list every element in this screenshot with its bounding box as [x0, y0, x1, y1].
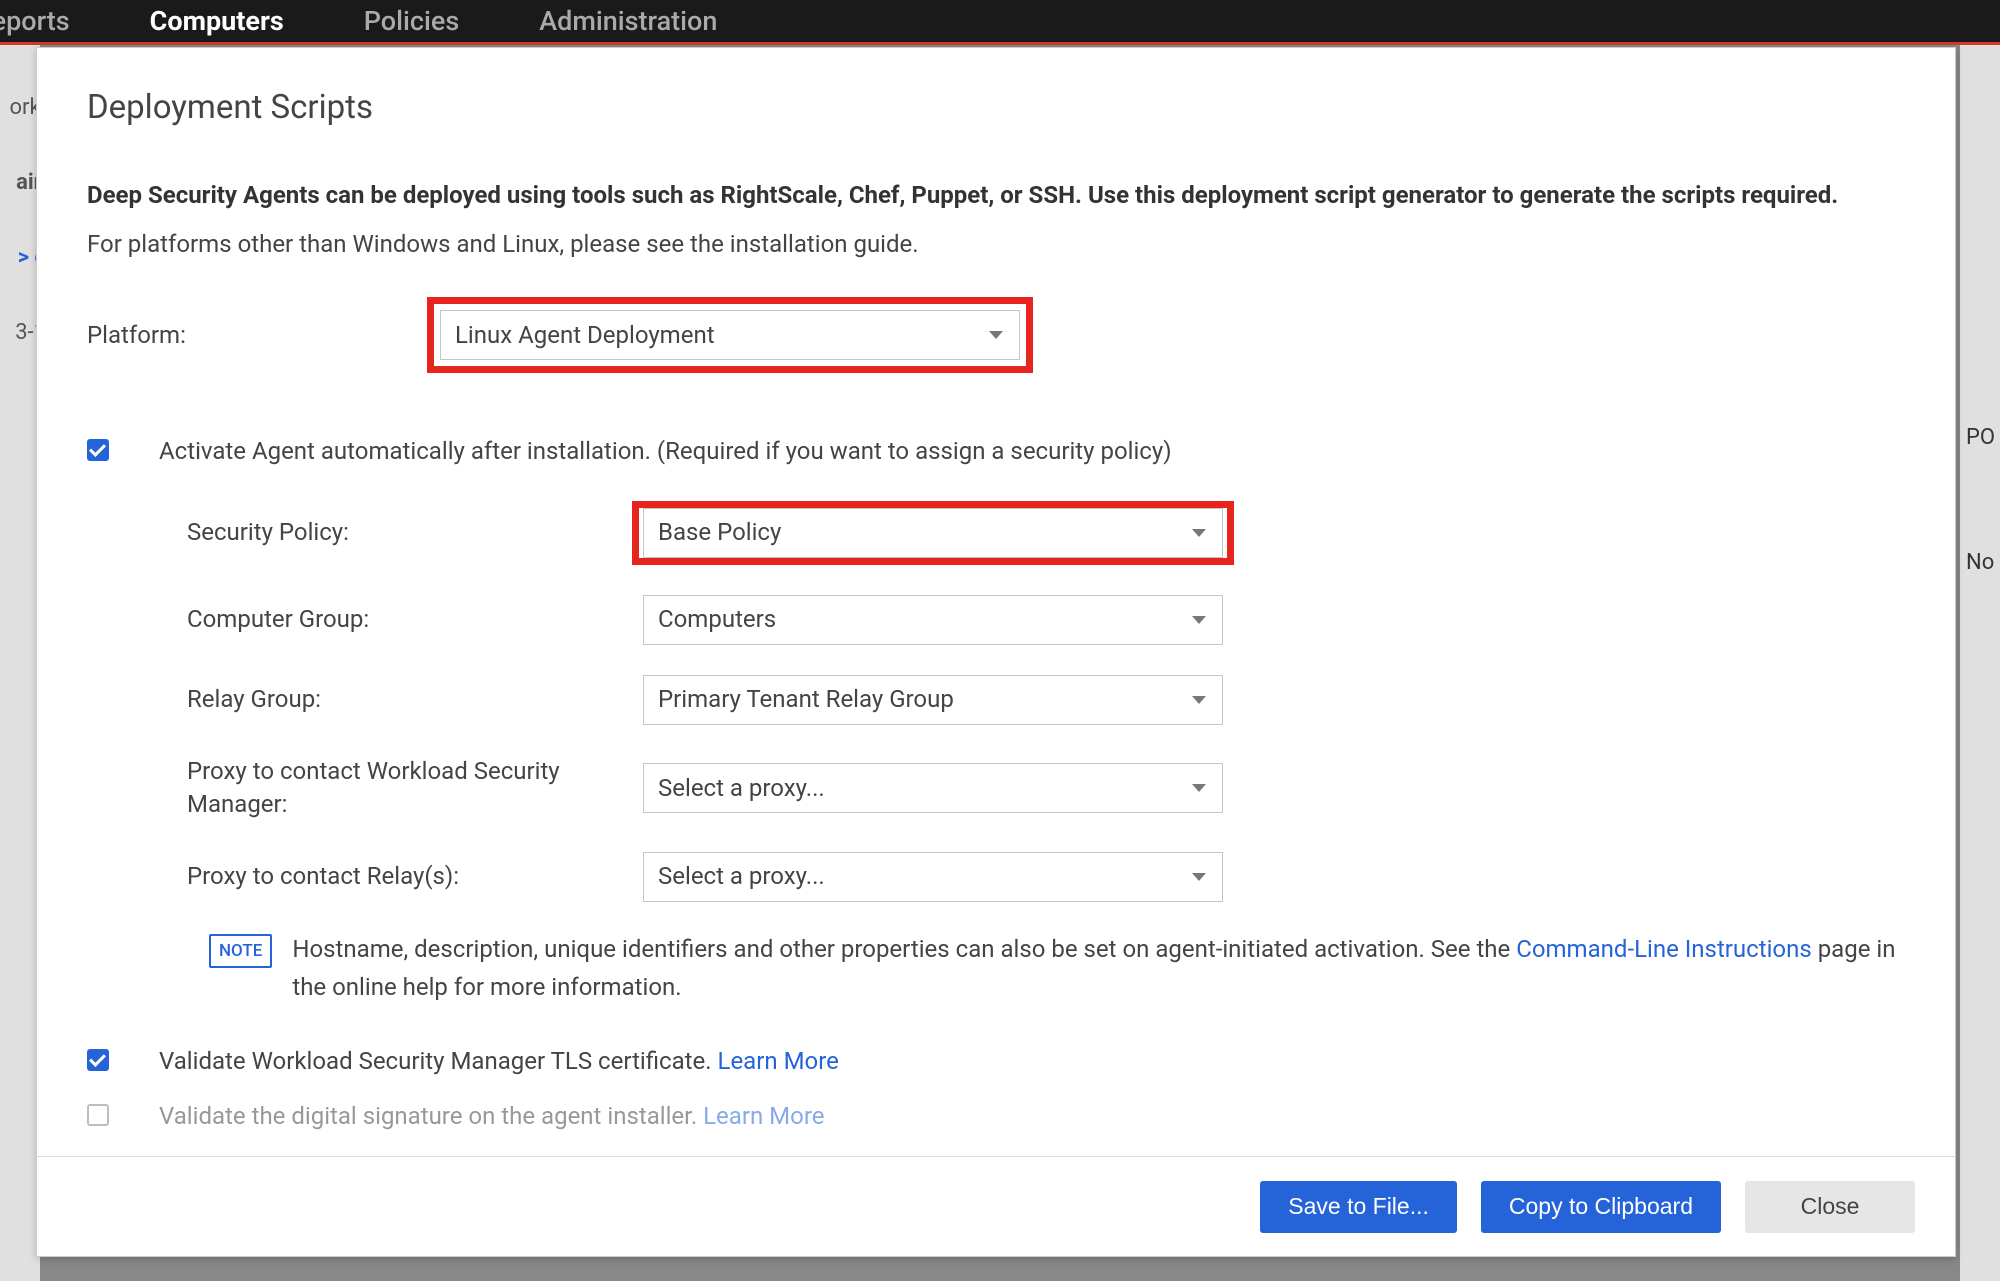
learn-more-tls-link[interactable]: Learn More — [718, 1047, 839, 1075]
platform-highlight: Linux Agent Deployment — [427, 297, 1033, 373]
bg-right-panel: PO No — [1960, 45, 2000, 1281]
activate-agent-label: Activate Agent automatically after insta… — [159, 433, 1172, 470]
policy-select[interactable]: Base Policy — [643, 508, 1223, 558]
deployment-scripts-modal: Deployment Scripts Deep Security Agents … — [36, 47, 1956, 1257]
relay-value: Primary Tenant Relay Group — [658, 681, 954, 718]
relay-label: Relay Group: — [187, 681, 632, 718]
policy-highlight: Base Policy — [632, 501, 1234, 565]
copy-to-clipboard-button[interactable]: Copy to Clipboard — [1481, 1181, 1721, 1233]
modal-title: Deployment Scripts — [37, 48, 1955, 147]
proxy-relay-value: Select a proxy... — [658, 858, 825, 895]
group-label: Computer Group: — [187, 601, 632, 638]
group-select[interactable]: Computers — [643, 595, 1223, 645]
policy-value: Base Policy — [658, 514, 781, 551]
validate-tls-checkbox[interactable] — [87, 1049, 109, 1071]
intro-text-bold: Deep Security Agents can be deployed usi… — [87, 177, 1905, 214]
proxy-mgr-value: Select a proxy... — [658, 770, 825, 807]
activate-agent-checkbox[interactable] — [87, 439, 109, 461]
proxy-mgr-label: Proxy to contact Workload Security Manag… — [187, 755, 632, 822]
note-badge: NOTE — [209, 934, 272, 968]
proxy-relay-label: Proxy to contact Relay(s): — [187, 858, 632, 895]
chevron-down-icon — [1192, 784, 1206, 792]
platform-select[interactable]: Linux Agent Deployment — [440, 310, 1020, 360]
platform-label: Platform: — [87, 317, 427, 354]
proxy-mgr-select[interactable]: Select a proxy... — [643, 763, 1223, 813]
chevron-down-icon — [1192, 696, 1206, 704]
group-value: Computers — [658, 601, 776, 638]
top-nav: s & Reports Computers Policies Administr… — [0, 0, 2000, 45]
command-line-link[interactable]: Command-Line Instructions — [1516, 935, 1812, 963]
proxy-relay-select[interactable]: Select a proxy... — [643, 852, 1223, 902]
nav-item-computers[interactable]: Computers — [130, 5, 304, 37]
modal-scroll-area[interactable]: Deep Security Agents can be deployed usi… — [37, 147, 1955, 1156]
nav-item-policies[interactable]: Policies — [344, 5, 479, 37]
chevron-down-icon — [1192, 873, 1206, 881]
note-row: NOTE Hostname, description, unique ident… — [209, 930, 1905, 1007]
validate-signature-label: Validate the digital signature on the ag… — [159, 1098, 824, 1135]
close-button[interactable]: Close — [1745, 1181, 1915, 1233]
learn-more-sig-link[interactable]: Learn More — [703, 1102, 824, 1130]
policy-label: Security Policy: — [187, 514, 632, 551]
validate-tls-label: Validate Workload Security Manager TLS c… — [159, 1043, 839, 1080]
bg-left-panel: orkl ain > c 3-1 — [0, 45, 40, 1281]
validate-signature-checkbox[interactable] — [87, 1104, 109, 1126]
chevron-down-icon — [1192, 529, 1206, 537]
intro-text-sub: For platforms other than Windows and Lin… — [87, 226, 1905, 263]
relay-select[interactable]: Primary Tenant Relay Group — [643, 675, 1223, 725]
nav-item-reports[interactable]: s & Reports — [0, 5, 90, 37]
save-to-file-button[interactable]: Save to File... — [1260, 1181, 1457, 1233]
platform-value: Linux Agent Deployment — [455, 317, 715, 354]
chevron-down-icon — [1192, 616, 1206, 624]
note-text: Hostname, description, unique identifier… — [292, 930, 1905, 1007]
chevron-down-icon — [989, 331, 1003, 339]
modal-footer: Save to File... Copy to Clipboard Close — [37, 1156, 1955, 1256]
nav-item-administration[interactable]: Administration — [519, 5, 737, 37]
